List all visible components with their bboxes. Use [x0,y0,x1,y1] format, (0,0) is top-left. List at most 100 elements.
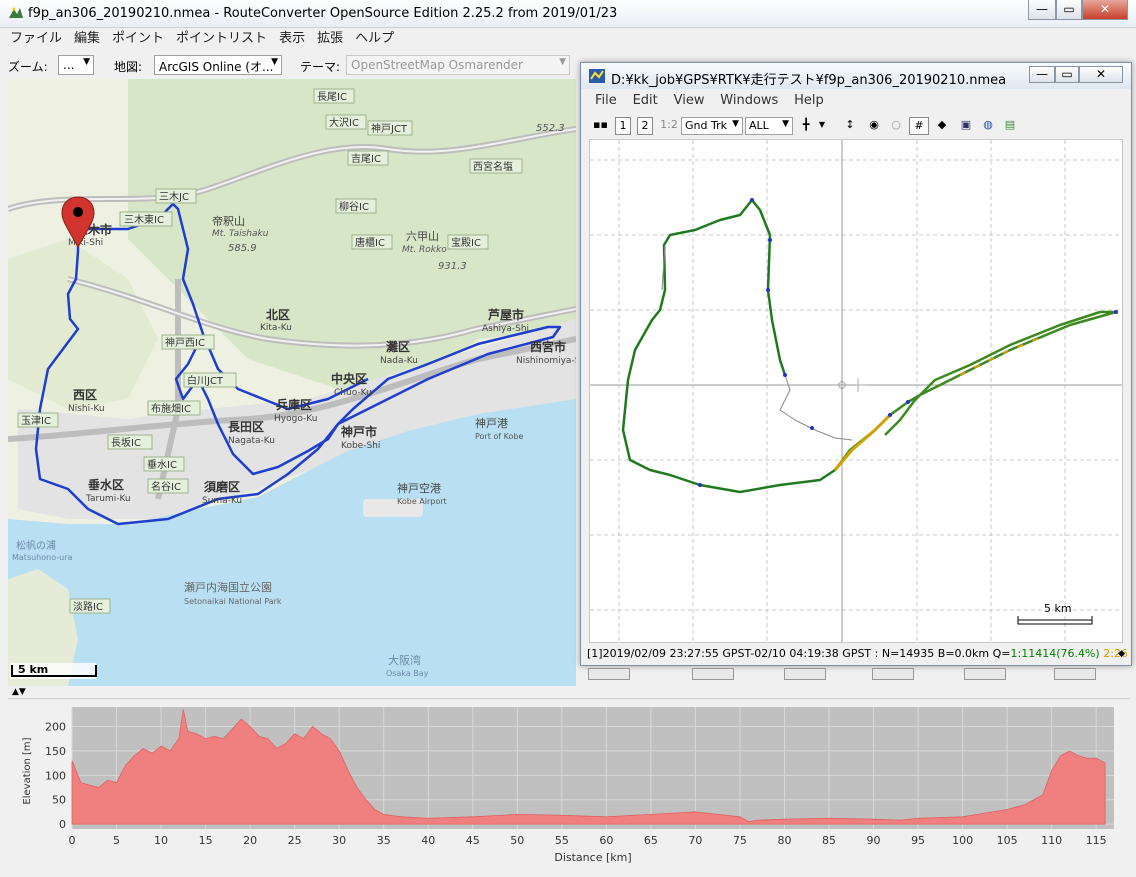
place-kita: 北区 [266,307,290,322]
map-icon[interactable]: ▤ [1003,117,1017,135]
x-tick-label: 35 [377,834,391,847]
window-title: f9p_an306_20190210.nmea - RouteConverter… [28,6,618,21]
rtk-minimize-button[interactable]: — [1029,66,1055,83]
map-view[interactable]: 三木市 Miki-Shi 北区 Kita-Ku 西区 Nishi-Ku 長田区 … [8,79,576,686]
elev-label-2: 931.3 [438,261,467,272]
place-airport: 神戸空港 [397,481,441,495]
plot-type-select[interactable]: Gnd Trk ▼ [681,117,743,135]
title-bar: f9p_an306_20190210.nmea - RouteConverter… [0,0,1136,28]
rtk-status-bar: [1]2019/02/09 23:27:55 GPST-02/10 04:19:… [587,645,1127,663]
theme-select[interactable]: OpenStreetMap Osmarender ▼ [346,55,570,75]
maximize-button[interactable]: ▭ [1056,0,1082,20]
rtk-menu-view[interactable]: View [674,93,705,108]
menu-extensions[interactable]: 拡張 [317,31,343,46]
x-tick-label: 115 [1086,834,1107,847]
x-tick-label: 100 [952,834,973,847]
rtk-btn-2[interactable]: 2 [637,117,653,135]
x-tick-label: 65 [644,834,658,847]
globe-icon[interactable]: ◍ [981,117,995,135]
rtk-btn-12[interactable]: 1:2 [659,117,679,135]
place-nagata: 長田区 [228,419,264,434]
menu-file[interactable]: ファイル [10,31,62,46]
x-tick-label: 45 [466,834,480,847]
dropdown-icon[interactable]: ▼ [817,117,827,135]
y-tick-label: 100 [45,769,66,782]
x-tick-label: 30 [332,834,346,847]
zoom-select[interactable]: ... ▼ [58,55,94,75]
y-tick-label: 200 [45,721,66,734]
rtk-scale-bar: 5 km [1017,602,1093,625]
x-tick-label: 15 [199,834,213,847]
rtk-menu-file[interactable]: File [595,93,617,108]
x-tick-label: 90 [867,834,881,847]
rtkplot-window[interactable]: D:¥kk_job¥GPS¥RTK¥走行テスト¥f9p_an306_201902… [580,62,1132,666]
place-setonaikai-sub: Setonaikai National Park [184,597,282,606]
image-icon[interactable]: ▣ [959,117,973,135]
elevation-chart: 200 150 100 50 0 0 5 10 15 20 25 30 35 40 45 50 55 60 65 7… [22,707,1114,864]
app-icon [9,7,23,18]
map-label: 地図: [114,60,143,74]
ic-label: 神戸西IC [165,336,205,349]
place-nishinomiya: 西宮市 [530,339,566,354]
x-tick-label: 40 [421,834,435,847]
close-button[interactable]: ✕ [1082,0,1128,20]
rtk-menu-windows[interactable]: Windows [720,93,778,108]
status-text: [1]2019/02/09 23:27:55 GPST-02/10 04:19:… [587,647,1011,660]
rtk-menu-help[interactable]: Help [794,93,824,108]
menu-view[interactable]: 表示 [279,31,305,46]
rtk-menu-edit[interactable]: Edit [633,93,658,108]
place-ashiya-sub: Ashiya-Shi [482,324,529,334]
place-taishaku: 帝釈山 [212,214,245,228]
ic-label: 西宮名塩 [473,160,513,173]
menu-edit[interactable]: 編集 [74,31,100,46]
x-tick-label: 20 [243,834,257,847]
rtk-btn-1[interactable]: 1 [615,117,631,135]
x-tick-label: 25 [288,834,302,847]
place-kobe: 神戸市 [341,424,377,439]
fit-vertical-icon[interactable]: ↕ [843,117,857,135]
x-tick-label: 110 [1041,834,1062,847]
ic-label: 三木東IC [124,213,164,226]
x-tick-label: 50 [510,834,524,847]
x-tick-label: 70 [688,834,702,847]
x-tick-label: 105 [997,834,1018,847]
menu-help[interactable]: ヘルプ [355,31,394,46]
y-tick-label: 150 [45,745,66,758]
svg-text:5 km: 5 km [18,663,48,676]
crosshair-icon[interactable]: ╋ [799,117,813,135]
rtk-maximize-button[interactable]: ▭ [1055,66,1079,83]
place-nishi: 西区 [73,388,97,402]
x-tick-label: 60 [599,834,613,847]
place-nishinomiya-sub: Nishinomiya-Shi [516,356,576,366]
map-select[interactable]: ArcGIS Online (オ... ▼ [154,55,282,75]
elevation-panel: 200 150 100 50 0 0 5 10 15 20 25 30 35 40 45 50 55 60 65 7… [8,698,1130,870]
rtk-app-icon [589,69,605,83]
place-airport-sub: Kobe Airport [397,497,447,506]
rtk-close-button[interactable]: ✕ [1079,66,1123,83]
ground-track-plot[interactable]: 5 km [589,139,1123,643]
menu-point[interactable]: ポイント [112,31,164,46]
origin-icon[interactable]: ○ [889,117,903,135]
svg-text:5 km: 5 km [1044,602,1072,615]
rtk-title-bar: D:¥kk_job¥GPS¥RTK¥走行テスト¥f9p_an306_201902… [581,63,1131,89]
point-icon[interactable]: ◆ [935,117,949,135]
menu-pointlist[interactable]: ポイントリスト [176,31,267,46]
map-scale-bar: 5 km [10,663,97,679]
status-more-icon[interactable]: ◆ [1118,645,1125,663]
place-osakabay-sub: Osaka Bay [386,669,429,678]
split-collapse-icon[interactable]: ▲▼ [12,687,26,697]
ic-label: 吉尾IC [351,153,381,165]
center-icon[interactable]: ◉ [867,117,881,135]
ic-label: 長尾IC [317,91,347,103]
grid-icon[interactable]: # [909,117,929,135]
minimize-button[interactable]: — [1028,0,1056,20]
place-matsuho-sub: Matsuhono-ura [12,553,73,562]
quality-select[interactable]: ALL ▼ [745,117,793,135]
rtk-toolbar: ▪▪ 1 2 1:2 Gnd Trk ▼ ALL ▼ ╋ ▼ ↕ ◉ ○ # ◆ ▣… [581,113,1131,139]
elev-label-3: 552.3 [536,123,565,134]
place-ashiya: 芦屋市 [488,307,524,322]
zoom-label: ズーム: [8,60,48,74]
ic-label: 玉津IC [21,415,51,427]
x-tick-label: 10 [154,834,168,847]
y-tick-label: 0 [59,818,66,831]
